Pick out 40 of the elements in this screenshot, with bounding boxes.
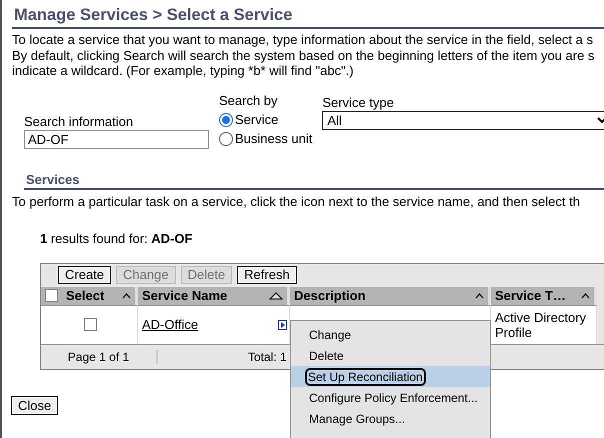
close-button[interactable]: Close (11, 396, 58, 414)
column-header[interactable]: Select (41, 286, 138, 304)
menu-item[interactable]: Configure Policy Enforcement... (291, 387, 490, 408)
section-heading: Services (26, 172, 80, 186)
sort-ascending-icon[interactable] (269, 292, 283, 300)
service-type-dropdown[interactable]: All (322, 110, 604, 130)
menu-item[interactable]: Set Up Reconciliation (291, 366, 490, 387)
chevron-down-icon (597, 116, 604, 124)
column-header[interactable]: Service T… (491, 286, 597, 304)
field-label: Search information (24, 114, 134, 130)
page-indicator: Page 1 of 1 (41, 350, 158, 364)
row-checkbox[interactable] (84, 318, 96, 331)
menu-item[interactable]: Delete (291, 345, 490, 366)
select-all-checkbox[interactable] (45, 289, 58, 302)
instruction-text: To perform a particular task on a service, click the icon next to the service name, and then select th (12, 194, 581, 208)
instruction-text: indicate a wildcard. (For example, typing *b* will find "abc".) (12, 63, 355, 78)
field-label: Service type (322, 94, 395, 110)
sort-icon[interactable] (581, 292, 590, 298)
sort-icon[interactable] (122, 292, 131, 298)
menu-item[interactable]: Manage Groups... (291, 408, 490, 429)
instruction-text: To locate a service that you want to manage, type information about the service in the field, select a s (12, 32, 594, 48)
radio-button[interactable] (219, 113, 233, 127)
search-field[interactable]: AD-OF (24, 130, 209, 148)
total-count: Total: 1 (248, 350, 287, 364)
page-title: Manage Services > Select a Service (13, 6, 294, 25)
radio-label: Service (235, 112, 278, 128)
table-cell-text: Active Directory Profile (495, 310, 588, 340)
radio-label: Business unit (235, 131, 312, 147)
toolbar-button[interactable]: Refresh (237, 266, 297, 284)
column-header[interactable]: Service Name (138, 286, 290, 304)
group-label: Search by (219, 92, 279, 108)
column-header[interactable]: Description (290, 286, 491, 304)
radio-button[interactable] (219, 132, 233, 146)
service-link[interactable]: AD-Office (142, 317, 198, 332)
instruction-text: By default, clicking Search will search the system based on the beginning letters of the item you are s (12, 48, 596, 63)
toolbar-button[interactable]: Create (58, 266, 112, 284)
menu-item[interactable]: Change (291, 324, 490, 345)
sort-icon[interactable] (475, 292, 484, 298)
menu-arrow-icon[interactable] (278, 320, 287, 330)
results-summary: 1 results found for: AD-OF (40, 230, 194, 246)
